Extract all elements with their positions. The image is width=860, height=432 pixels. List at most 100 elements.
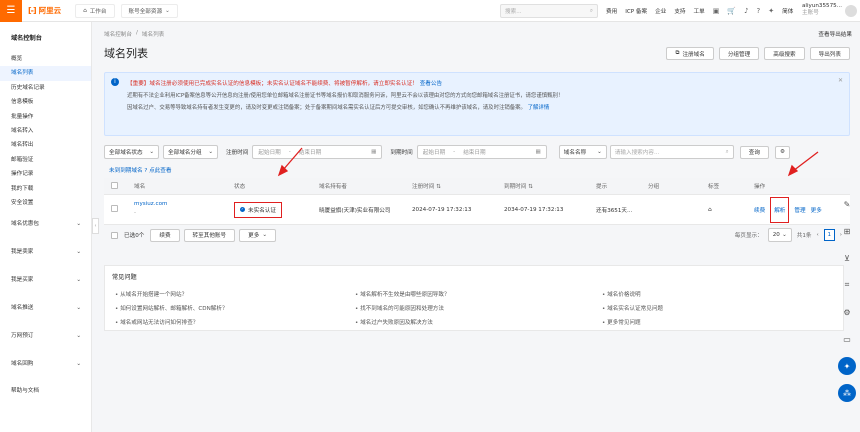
- col-tag: 标签: [708, 184, 720, 190]
- domain-link[interactable]: mysiuz.com: [134, 201, 167, 207]
- col-expires[interactable]: 到期时间 ⇅: [504, 182, 533, 190]
- sidebar-item-transfer-in[interactable]: 域名转入: [0, 124, 91, 138]
- faq-item[interactable]: • 域名或网站无法访问如何排查？: [115, 318, 198, 326]
- col-domain: 域名: [134, 184, 146, 190]
- sidebar-group-reserve[interactable]: 万网预订 ⌄: [0, 322, 91, 350]
- sidebar-group-buyback[interactable]: 域名回购 ⌄: [0, 350, 91, 378]
- hamburger-menu-icon[interactable]: ☰: [0, 0, 22, 22]
- status-filter-select[interactable]: 全部域名状态 ⌄: [104, 145, 159, 159]
- help-icon[interactable]: ?: [757, 7, 761, 15]
- prev-page-icon[interactable]: ‹: [817, 232, 819, 238]
- notice-line-2: 近期有不法企业利用ICP备案信息等公开信息向注册/使用您单位邮箱域名注册证书等域…: [127, 93, 564, 99]
- bulk-renew-button[interactable]: 续费: [150, 228, 180, 242]
- sidebar-item-overview[interactable]: 概览: [0, 52, 91, 66]
- settings-icon[interactable]: ⚙: [838, 303, 856, 321]
- chevron-down-icon: ⌄: [782, 232, 787, 238]
- close-icon[interactable]: ✕: [838, 77, 843, 84]
- breadcrumb-console[interactable]: 域名控制台: [104, 30, 132, 38]
- register-domain-button[interactable]: ⧉ 注册域名: [666, 47, 714, 60]
- sidebar-item-operation-log[interactable]: 操作记录: [0, 167, 91, 181]
- sidebar-item-templates[interactable]: 信息模板: [0, 95, 91, 109]
- global-search-input[interactable]: 搜索... ⌕: [500, 4, 598, 18]
- nav-enterprise[interactable]: 企业: [655, 7, 666, 15]
- query-button[interactable]: 查询: [739, 145, 769, 159]
- selected-count: 已选0个: [124, 233, 145, 239]
- registered-cell: 2024-07-19 17:32:13: [412, 206, 472, 213]
- chip-icon[interactable]: ⌗: [838, 276, 856, 294]
- tag-icon[interactable]: ⌂: [708, 207, 712, 213]
- faq-item[interactable]: • 从域名开始搭建一个网站？: [115, 290, 187, 298]
- avatar[interactable]: [845, 5, 857, 17]
- screen-icon[interactable]: ▣: [713, 7, 720, 15]
- renew-link[interactable]: 续费: [754, 206, 765, 214]
- view-announcement-link[interactable]: 查看公告: [420, 81, 442, 87]
- exp-date-range[interactable]: 起始日期 - 结束日期 ▦: [416, 145, 547, 159]
- gift-icon[interactable]: ⊞: [838, 222, 856, 240]
- bulk-select-checkbox[interactable]: [111, 231, 118, 239]
- cart-icon[interactable]: 🛒: [727, 7, 736, 15]
- account-scope-select[interactable]: 账号全部资源 ⌄: [120, 3, 178, 18]
- faq-item[interactable]: • 域名价格说明: [602, 290, 641, 298]
- col-group: 分组: [648, 184, 660, 190]
- sidebar-item-email-verify[interactable]: 邮箱验证: [0, 153, 91, 167]
- faq-item[interactable]: • 更多常见问题: [602, 318, 641, 326]
- advanced-search-button[interactable]: 高级搜索: [764, 47, 805, 60]
- sidebar-group-seller[interactable]: 我是卖家 ⌄: [0, 238, 91, 266]
- col-registered[interactable]: 注册时间 ⇅: [412, 182, 441, 190]
- sidebar-group-buyer[interactable]: 我是买家 ⌄: [0, 266, 91, 294]
- user-info[interactable]: aliyun35575... 主账号: [802, 3, 842, 17]
- learn-more-link[interactable]: 了解详情: [528, 105, 550, 111]
- nav-billing[interactable]: 费用: [606, 7, 617, 15]
- cart-icon[interactable]: ⊻: [838, 249, 856, 267]
- sidebar-item-downloads[interactable]: 我的下载: [0, 182, 91, 196]
- faq-item[interactable]: • 找不到域名的可能原因和处理方法: [355, 304, 444, 312]
- breadcrumb: 域名控制台 / 域名列表: [104, 30, 165, 38]
- group-manage-button[interactable]: 分组管理: [718, 47, 760, 60]
- bell-icon[interactable]: ♪: [744, 7, 748, 15]
- nav-support[interactable]: 支持: [674, 7, 685, 15]
- sidebar-help-docs[interactable]: 帮助与文档: [0, 384, 91, 398]
- page-1-button[interactable]: 1: [823, 229, 835, 241]
- faq-item[interactable]: • 如何设置网站解析、邮箱解析、CDN解析？: [115, 304, 228, 312]
- export-list-button[interactable]: 导出列表: [809, 47, 850, 60]
- manage-link[interactable]: 管理: [794, 206, 805, 214]
- sidebar-item-batch[interactable]: 批量操作: [0, 110, 91, 124]
- nav-ticket[interactable]: 工单: [694, 7, 705, 15]
- assistant-icon[interactable]: ✦: [838, 357, 856, 375]
- faq-item[interactable]: • 域名过户失败原因及解决方法: [355, 318, 433, 326]
- domain-search-input[interactable]: 请输入搜索内容... ⌕: [609, 145, 734, 159]
- assistant-icon[interactable]: ✦: [768, 7, 774, 15]
- notice-line-3: 因域名过户、交易等导致域名持有者发生变更的，请及时变更或注销备案；处于备案期间域…: [127, 105, 526, 111]
- workbench-button[interactable]: ⌂ 工作台: [75, 3, 115, 18]
- export-results-link[interactable]: 查看导出结果: [818, 30, 852, 38]
- edit-icon[interactable]: ✎: [838, 195, 856, 213]
- page-size-select[interactable]: 20 ⌄: [767, 228, 792, 242]
- language-switch[interactable]: 简体: [782, 7, 793, 15]
- sidebar-item-history[interactable]: 历史域名记录: [0, 81, 91, 95]
- expired-domains-link[interactable]: 未到到期域名 ? 点此查看: [109, 166, 171, 174]
- reg-date-range[interactable]: 起始日期 - 结束日期 ▦: [252, 145, 383, 159]
- dns-resolve-link[interactable]: 解析: [770, 196, 790, 223]
- bulk-transfer-button[interactable]: 转至其他账号: [183, 228, 236, 242]
- top-navbar: ☰ [-] 阿里云 ⌂ 工作台 账号全部资源 ⌄ 搜索... ⌕ 费用 ICP 备案 企…: [0, 0, 860, 22]
- sidebar-item-security[interactable]: 安全设置: [0, 196, 91, 210]
- brand-logo[interactable]: [-] 阿里云: [28, 5, 61, 16]
- status-badge[interactable]: ✓ 未实名认证: [234, 201, 282, 218]
- sidebar-item-domain-list[interactable]: 域名列表: [0, 66, 91, 81]
- faq-item[interactable]: • 域名解析不生效是由哪些原因导致？: [355, 290, 450, 298]
- apps-grid-icon[interactable]: ⁂: [838, 384, 856, 402]
- faq-item[interactable]: • 域名实名认证常见问题: [602, 304, 663, 312]
- select-all-checkbox[interactable]: [111, 181, 118, 189]
- nav-icp[interactable]: ICP 备案: [625, 7, 647, 15]
- bulk-more-button[interactable]: 更多 ⌄: [239, 228, 277, 242]
- chat-icon[interactable]: ▭: [838, 330, 856, 348]
- more-link[interactable]: 更多: [811, 206, 822, 214]
- search-field-select[interactable]: 域名名称 ⌄: [558, 145, 607, 159]
- sidebar-group-packages[interactable]: 域名优惠包 ⌄: [0, 210, 91, 238]
- group-filter-select[interactable]: 全部域名分组 ⌄: [163, 145, 218, 159]
- pagination: 每页显示： 20 ⌄ 共1条 ‹ 1 ›: [735, 228, 842, 242]
- sidebar-group-push[interactable]: 域名推送 ⌄: [0, 294, 91, 322]
- sidebar-item-transfer-out[interactable]: 域名转出: [0, 138, 91, 152]
- settings-icon[interactable]: ⚙: [774, 145, 790, 159]
- row-checkbox[interactable]: [111, 205, 118, 212]
